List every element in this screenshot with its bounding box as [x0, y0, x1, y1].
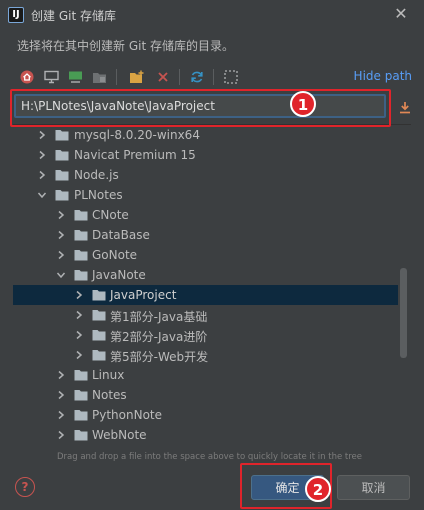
refresh-icon[interactable]	[187, 66, 207, 88]
tree-row-label: Linux	[92, 368, 125, 382]
toolbar-separator	[116, 69, 117, 85]
tree-row[interactable]: mysql-8.0.20-winx64	[13, 125, 398, 145]
folder-icon	[55, 190, 69, 201]
chevron-right-icon[interactable]	[74, 310, 84, 320]
folder-icon	[92, 330, 106, 341]
chevron-right-icon[interactable]	[74, 330, 84, 340]
download-icon[interactable]	[395, 97, 415, 117]
chevron-right-icon[interactable]	[56, 250, 66, 260]
tree-row[interactable]: GoNote	[13, 245, 398, 265]
path-field[interactable]	[14, 94, 386, 118]
chevron-right-icon[interactable]	[37, 150, 47, 160]
chevron-right-icon[interactable]	[74, 290, 84, 300]
toolbar: Hide path	[17, 66, 417, 88]
folder-icon	[74, 230, 88, 241]
project-icon[interactable]	[65, 66, 85, 88]
chevron-right-icon[interactable]	[56, 410, 66, 420]
tree-row[interactable]: 第1部分-Java基础	[13, 305, 398, 325]
tree-row-label: PythonNote	[92, 408, 163, 422]
chevron-right-icon[interactable]	[37, 130, 47, 140]
hide-path-link[interactable]: Hide path	[354, 69, 412, 83]
drag-drop-hint: Drag and drop a file into the space abov…	[57, 452, 363, 462]
tree-row-label: 第1部分-Java基础	[110, 310, 208, 324]
tree-row-label: CNote	[92, 208, 129, 222]
chevron-right-icon[interactable]	[37, 170, 47, 180]
tree-row[interactable]: PLNotes	[13, 185, 398, 205]
tree-row[interactable]: DataBase	[13, 225, 398, 245]
toolbar-separator	[213, 69, 214, 85]
tree-row[interactable]: 第5部分-Web开发	[13, 345, 398, 365]
cancel-button[interactable]: 取消	[337, 475, 410, 500]
folder-icon	[74, 370, 88, 381]
tree-row-label: WebNote	[92, 428, 147, 442]
tree-row-label: DataBase	[92, 228, 150, 242]
folder-icon	[74, 390, 88, 401]
chevron-right-icon[interactable]	[56, 390, 66, 400]
folder-icon	[55, 150, 69, 161]
folder-icon	[74, 430, 88, 441]
tree-row-label: PLNotes	[74, 188, 123, 202]
tree-row-label: Notes	[92, 388, 127, 402]
tree-row-label: mysql-8.0.20-winx64	[74, 128, 200, 142]
close-icon[interactable]: ✕	[388, 2, 414, 26]
delete-icon[interactable]	[153, 66, 173, 88]
show-hidden-icon[interactable]	[221, 66, 241, 88]
tree-row[interactable]: Navicat Premium 15	[13, 145, 398, 165]
tree-row[interactable]: JavaNote	[13, 265, 398, 285]
help-icon[interactable]: ?	[15, 477, 35, 497]
tree-row[interactable]: PythonNote	[13, 405, 398, 425]
folder-icon	[92, 310, 106, 321]
tree-row-label: 第2部分-Java进阶	[110, 330, 208, 344]
tree-scrollbar[interactable]	[400, 268, 407, 358]
chevron-down-icon[interactable]	[56, 270, 66, 280]
folder-icon	[74, 410, 88, 421]
chevron-right-icon[interactable]	[56, 370, 66, 380]
folder-icon	[55, 170, 69, 181]
chevron-right-icon[interactable]	[56, 430, 66, 440]
folder-icon	[92, 350, 106, 361]
tree-row[interactable]: CNote	[13, 205, 398, 225]
tree-row-label: 第5部分-Web开发	[110, 350, 209, 364]
annotation-marker-1: 1	[290, 91, 316, 117]
folder-icon	[92, 290, 106, 301]
annotation-marker-2: 2	[305, 476, 331, 502]
folder-icon	[74, 210, 88, 221]
tree-row-selected[interactable]: JavaProject	[13, 285, 398, 305]
chevron-right-icon[interactable]	[56, 230, 66, 240]
module-folder-icon[interactable]	[89, 66, 109, 88]
folder-icon	[74, 250, 88, 261]
tree-row-label: JavaNote	[92, 268, 146, 282]
instruction-text: 选择将在其中创建新 Git 存储库的目录。	[17, 39, 234, 53]
tree-row[interactable]: Notes	[13, 385, 398, 405]
home-icon[interactable]	[17, 66, 37, 88]
folder-icon	[55, 130, 69, 141]
chevron-right-icon[interactable]	[74, 350, 84, 360]
tree-row-label: Node.js	[74, 168, 119, 182]
folder-icon	[74, 270, 88, 281]
toolbar-separator	[179, 69, 180, 85]
tree-row-label: Navicat Premium 15	[74, 148, 196, 162]
intellij-icon: IJ	[8, 7, 24, 23]
new-folder-icon[interactable]	[127, 66, 147, 88]
tree-row[interactable]: Linux	[13, 365, 398, 385]
tree-row[interactable]: WebNote	[13, 425, 398, 445]
chevron-down-icon[interactable]	[37, 190, 47, 200]
chevron-right-icon[interactable]	[56, 210, 66, 220]
tree-row-label: GoNote	[92, 248, 138, 262]
dialog-title: 创建 Git 存储库	[31, 9, 116, 23]
tree-row[interactable]: 第2部分-Java进阶	[13, 325, 398, 345]
tree-row-label: JavaProject	[110, 288, 177, 302]
directory-tree[interactable]: mysql-8.0.20-winx64 Navicat Premium 15 N…	[13, 124, 411, 446]
desktop-icon[interactable]	[41, 66, 61, 88]
title-bar: IJ 创建 Git 存储库 ✕	[0, 0, 424, 30]
tree-row[interactable]: Node.js	[13, 165, 398, 185]
